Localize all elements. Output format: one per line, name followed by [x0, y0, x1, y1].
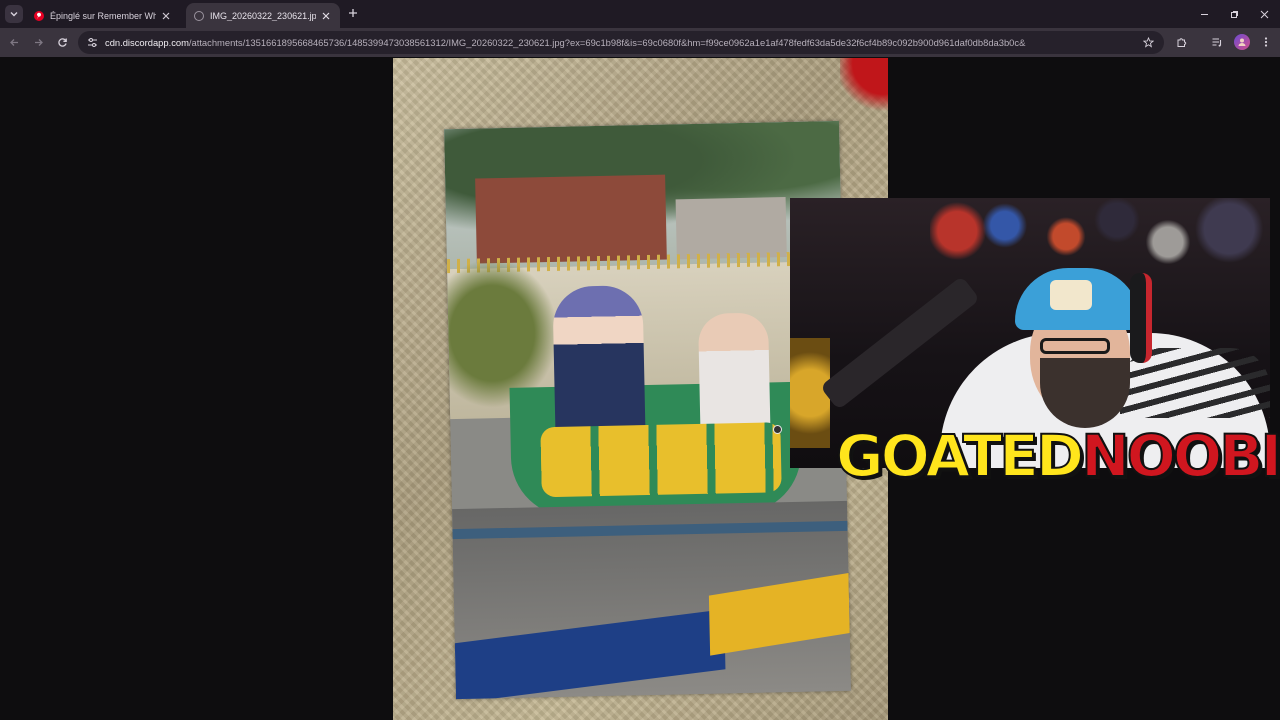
tab-title: Épinglé sur Remember When... — [50, 10, 156, 21]
tab-search-button[interactable] — [5, 5, 23, 23]
browser-toolbar: cdn.discordapp.com/attachments/135166189… — [0, 28, 1280, 57]
headset — [1130, 273, 1152, 363]
microphone-arm — [819, 275, 981, 411]
star-icon — [1143, 37, 1154, 48]
close-tab-button[interactable] — [160, 10, 172, 22]
plus-icon — [349, 9, 357, 17]
url-text: cdn.discordapp.com/attachments/135166189… — [105, 37, 1025, 48]
back-button[interactable] — [6, 34, 22, 50]
queue-music-icon — [1212, 38, 1222, 47]
url-path: /attachments/1351661895668465736/1485399… — [188, 37, 1026, 48]
bookmark-button[interactable] — [1142, 36, 1155, 49]
tab-pinterest[interactable]: Épinglé sur Remember When... — [26, 3, 180, 28]
close-icon — [1260, 10, 1268, 18]
close-icon — [162, 12, 170, 19]
close-icon — [322, 12, 330, 19]
close-window-button[interactable] — [1256, 6, 1272, 22]
restore-button[interactable] — [1226, 6, 1242, 22]
extensions-button[interactable] — [1174, 34, 1190, 50]
url-host: cdn.discordapp.com — [105, 37, 189, 48]
new-tab-button[interactable] — [346, 6, 360, 20]
logo-noobie: NOOBIE — [1080, 422, 1280, 490]
chevron-down-icon — [10, 12, 18, 17]
puzzle-icon — [1177, 38, 1187, 47]
menu-button[interactable] — [1258, 34, 1274, 50]
avatar-icon — [1238, 38, 1246, 46]
close-tab-button[interactable] — [320, 10, 332, 22]
image-icon — [194, 10, 204, 21]
reload-button[interactable] — [54, 34, 70, 50]
profile-avatar[interactable] — [1234, 34, 1250, 50]
tab-strip: Épinglé sur Remember When... IMG_2026032… — [0, 0, 1280, 28]
tune-icon — [88, 38, 97, 47]
red-fabric-corner — [840, 58, 888, 116]
minimize-button[interactable] — [1196, 6, 1212, 22]
reload-icon — [57, 37, 67, 47]
page-viewport: GOATEDNOOBIE — [0, 57, 1280, 720]
zoom-cursor — [773, 425, 782, 434]
minimize-icon — [1200, 13, 1208, 15]
arrow-left-icon — [9, 38, 18, 46]
more-vert-icon — [1264, 37, 1268, 47]
address-bar[interactable]: cdn.discordapp.com/attachments/135166189… — [78, 31, 1164, 54]
forward-button[interactable] — [30, 34, 46, 50]
pinterest-icon — [34, 10, 44, 21]
site-info-button[interactable] — [86, 36, 99, 49]
tab-image[interactable]: IMG_20260322_230621.jpg (90 — [186, 3, 340, 28]
restore-icon — [1230, 10, 1238, 18]
channel-logo: GOATEDNOOBIE — [835, 422, 1280, 490]
logo-goated: GOATED — [835, 422, 1085, 490]
tab-title: IMG_20260322_230621.jpg (90 — [210, 10, 316, 21]
arrow-right-icon — [34, 38, 43, 46]
media-controls-button[interactable] — [1209, 34, 1225, 50]
